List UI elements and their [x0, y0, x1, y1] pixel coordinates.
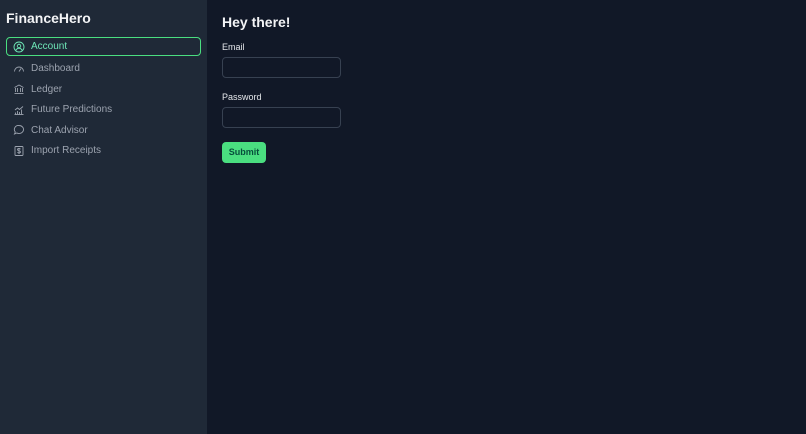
- submit-button[interactable]: Submit: [222, 141, 266, 163]
- password-label: Password: [222, 92, 262, 102]
- sidebar-item-import-receipts[interactable]: Import Receipts: [6, 141, 201, 160]
- sidebar: FinanceHero Account Dashboard Ledger Fut…: [0, 0, 207, 434]
- sidebar-item-label: Future Predictions: [31, 104, 113, 115]
- sidebar-item-label: Dashboard: [31, 63, 80, 74]
- sidebar-item-account[interactable]: Account: [6, 37, 201, 56]
- gauge-icon: [13, 63, 25, 75]
- sidebar-item-label: Account: [31, 41, 68, 52]
- page-title: Hey there!: [222, 14, 291, 30]
- sidebar-item-label: Import Receipts: [31, 145, 102, 156]
- email-label: Email: [222, 42, 245, 52]
- sidebar-item-future-predictions[interactable]: Future Predictions: [6, 100, 201, 119]
- sidebar-item-ledger[interactable]: Ledger: [6, 80, 201, 99]
- receipt-icon: [13, 145, 25, 157]
- brand-title: FinanceHero: [6, 10, 91, 26]
- chat-bubble-icon: [13, 124, 25, 136]
- bar-chart-icon: [13, 104, 25, 116]
- app-root: FinanceHero Account Dashboard Ledger Fut…: [0, 0, 806, 434]
- email-field[interactable]: [222, 57, 341, 78]
- sidebar-item-dashboard[interactable]: Dashboard: [6, 59, 201, 78]
- sidebar-nav: Account Dashboard Ledger Future Predicti…: [6, 37, 201, 160]
- sidebar-item-label: Chat Advisor: [31, 124, 88, 136]
- bank-icon: [13, 83, 25, 95]
- sidebar-item-chat-advisor[interactable]: Chat Advisor: [6, 121, 201, 140]
- login-form: Email Password Submit: [222, 42, 791, 163]
- sidebar-item-label: Ledger: [31, 83, 63, 95]
- user-circle-icon: [13, 41, 25, 53]
- main-content: Hey there! Email Password Submit: [207, 0, 806, 434]
- password-field[interactable]: [222, 107, 341, 128]
